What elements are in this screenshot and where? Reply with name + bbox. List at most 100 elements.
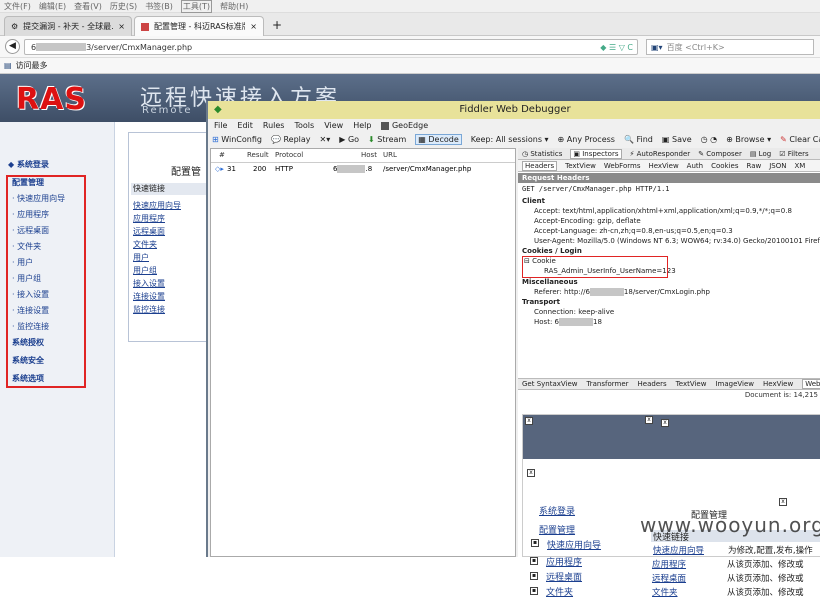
subtab-xml[interactable]: XM bbox=[794, 162, 805, 170]
broken-image-icon: x bbox=[527, 469, 535, 477]
subtab-syntaxview[interactable]: Get SyntaxView bbox=[522, 380, 578, 388]
wv-quick-desc: 为修改,配置,发布,操作 bbox=[728, 546, 813, 556]
menu-history[interactable]: 历史(S) bbox=[110, 1, 137, 12]
tab-log[interactable]: ▤ Log bbox=[750, 150, 771, 158]
quick-link[interactable]: 应用程序 bbox=[133, 212, 181, 225]
header-referer: Referer: http://6 18/server/CmxLogin.php bbox=[534, 288, 710, 296]
menu-view[interactable]: 查看(V) bbox=[74, 1, 102, 12]
tab-filters[interactable]: ☑ Filters bbox=[779, 150, 809, 158]
quick-link[interactable]: 远程桌面 bbox=[133, 225, 181, 238]
wv-quick-link[interactable]: 文件夹 bbox=[652, 586, 678, 598]
col-url[interactable]: URL bbox=[383, 151, 397, 159]
wv-quick-link[interactable]: 快速应用向导 bbox=[653, 544, 704, 556]
bullet-icon: ▪ bbox=[531, 539, 539, 547]
wv-quick-link[interactable]: 远程桌面 bbox=[652, 572, 686, 584]
col-result[interactable]: Result bbox=[247, 151, 269, 159]
fiddler-logo-icon: ◆ bbox=[214, 104, 222, 115]
menu-file[interactable]: 文件(F) bbox=[4, 1, 31, 12]
fiddler-menu-file[interactable]: File bbox=[214, 121, 227, 130]
subtab-cookies[interactable]: Cookies bbox=[711, 162, 738, 170]
decode-button[interactable]: ▦ Decode bbox=[415, 134, 462, 145]
document-size: Document is: 14,215 bbox=[744, 391, 818, 399]
tab-bugreport[interactable]: ⚙ 提交漏洞 - 补天 - 全球最... × bbox=[4, 16, 132, 36]
quick-link[interactable]: 连接设置 bbox=[133, 290, 181, 303]
col-host[interactable]: Host bbox=[361, 151, 377, 159]
subtab-auth[interactable]: Auth bbox=[687, 162, 703, 170]
subtab-headers[interactable]: Headers bbox=[522, 160, 558, 171]
wv-nav-link[interactable]: 远程桌面 bbox=[546, 570, 582, 583]
quick-link[interactable]: 监控连接 bbox=[133, 303, 181, 316]
save-button[interactable]: ▣ Save bbox=[662, 135, 692, 144]
fiddler-menu-rules[interactable]: Rules bbox=[263, 121, 285, 130]
subtab-transformer[interactable]: Transformer bbox=[587, 380, 629, 388]
menu-edit[interactable]: 编辑(E) bbox=[39, 1, 66, 12]
fiddler-toolbar: ⊞ WinConfig 💬 Replay ✕▾ ▶ Go ⬇ Stream ▦ … bbox=[208, 132, 820, 147]
replay-button[interactable]: 💬 Replay bbox=[271, 135, 311, 144]
clock-icon[interactable]: ◷ ◔ bbox=[701, 135, 718, 144]
quick-link[interactable]: 快速应用向导 bbox=[133, 199, 181, 212]
ras-slogan-sub: Remote bbox=[142, 105, 193, 116]
fiddler-menu-help[interactable]: Help bbox=[353, 121, 371, 130]
menu-bookmarks[interactable]: 书签(B) bbox=[145, 1, 173, 12]
stream-button[interactable]: ⬇ Stream bbox=[368, 135, 406, 144]
new-tab-button[interactable]: + bbox=[272, 18, 282, 32]
browse-button[interactable]: ⊕ Browse ▾ bbox=[726, 135, 771, 144]
tab-close-icon[interactable]: × bbox=[118, 22, 125, 31]
tab-statistics[interactable]: ◷ Statistics bbox=[522, 150, 562, 158]
bookmarks-toolbar: ▤ 访问最多 bbox=[0, 58, 820, 74]
subtab-json[interactable]: JSON bbox=[769, 162, 786, 170]
subtab-resp-headers[interactable]: Headers bbox=[638, 380, 667, 388]
tab-config[interactable]: 配置管理 - 科迈RAS标准版服... × bbox=[134, 16, 264, 36]
go-button[interactable]: ▶ Go bbox=[339, 135, 359, 144]
bullet-icon: ▪ bbox=[530, 557, 538, 565]
tab-inspectors[interactable]: ▣ Inspectors bbox=[570, 148, 622, 159]
bullet-icon: ▪ bbox=[530, 587, 538, 595]
quick-link[interactable]: 用户组 bbox=[133, 264, 181, 277]
clear-cache-button[interactable]: ✎ Clear Cache bbox=[780, 135, 820, 144]
subtab-webview[interactable]: WebView bbox=[802, 379, 820, 389]
subtab-webforms[interactable]: WebForms bbox=[604, 162, 641, 170]
inspector-panel: ◷ Statistics ▣ Inspectors ⚡ AutoResponde… bbox=[518, 148, 820, 598]
fiddler-menu-view[interactable]: View bbox=[324, 121, 343, 130]
subtab-textview[interactable]: TextView bbox=[565, 162, 596, 170]
quick-link[interactable]: 接入设置 bbox=[133, 277, 181, 290]
find-button[interactable]: 🔍 Find bbox=[624, 135, 653, 144]
col-id[interactable]: # bbox=[219, 151, 225, 159]
any-process-button[interactable]: ⊕ Any Process bbox=[558, 135, 615, 144]
back-arrow-icon[interactable]: ◀ bbox=[5, 39, 20, 54]
wv-nav-config[interactable]: 配置管理 bbox=[539, 523, 575, 536]
menu-tools[interactable]: 工具(T) bbox=[180, 0, 213, 13]
webview-banner bbox=[523, 415, 820, 459]
winconfig-button[interactable]: ⊞ WinConfig bbox=[212, 135, 262, 144]
quick-link[interactable]: 用户 bbox=[133, 251, 181, 264]
fiddler-menu-geoedge[interactable]: GeoEdge bbox=[381, 121, 428, 130]
header-connection: Connection: keep-alive bbox=[534, 308, 615, 316]
subtab-raw[interactable]: Raw bbox=[746, 162, 761, 170]
keep-sessions-dropdown[interactable]: Keep: All sessions ▾ bbox=[471, 135, 549, 144]
menu-help[interactable]: 帮助(H) bbox=[220, 1, 248, 12]
remove-button[interactable]: ✕▾ bbox=[320, 135, 331, 144]
url-bar[interactable]: 6 3/server/CmxManager.php ◆ ☰ ▽ C bbox=[24, 39, 638, 55]
search-input[interactable]: ▣▾ 百度 <Ctrl+K> bbox=[646, 39, 814, 55]
bookmark-most-visited[interactable]: 访问最多 bbox=[16, 60, 48, 71]
url-text: 3/server/CmxManager.php bbox=[86, 42, 193, 52]
tab-composer[interactable]: ✎ Composer bbox=[698, 150, 742, 158]
quick-links-list: 快速应用向导 应用程序 远程桌面 文件夹 用户 用户组 接入设置 连接设置 监控… bbox=[133, 199, 181, 316]
request-subtabs: Headers TextView WebForms HexView Auth C… bbox=[518, 160, 820, 172]
tab-autoresponder[interactable]: ⚡ AutoResponder bbox=[630, 150, 691, 158]
col-protocol[interactable]: Protocol bbox=[275, 151, 303, 159]
fiddler-menu-tools[interactable]: Tools bbox=[294, 121, 314, 130]
wv-nav-link[interactable]: 文件夹 bbox=[546, 585, 573, 598]
subtab-resp-textview[interactable]: TextView bbox=[676, 380, 707, 388]
subtab-resp-hexview[interactable]: HexView bbox=[763, 380, 793, 388]
wv-nav-link[interactable]: 快速应用向导 bbox=[547, 538, 601, 551]
subtab-imageview[interactable]: ImageView bbox=[715, 380, 754, 388]
nav-system-login[interactable]: ◆ 系统登录 bbox=[8, 159, 49, 170]
wv-nav-login[interactable]: 系统登录 bbox=[539, 504, 575, 517]
fiddler-menu-edit[interactable]: Edit bbox=[237, 121, 253, 130]
wv-quick-link[interactable]: 应用程序 bbox=[652, 558, 686, 570]
tab-close-icon[interactable]: × bbox=[250, 22, 257, 31]
quick-link[interactable]: 文件夹 bbox=[133, 238, 181, 251]
response-subtabs: Get SyntaxView Transformer Headers TextV… bbox=[518, 378, 820, 390]
subtab-hexview[interactable]: HexView bbox=[648, 162, 678, 170]
